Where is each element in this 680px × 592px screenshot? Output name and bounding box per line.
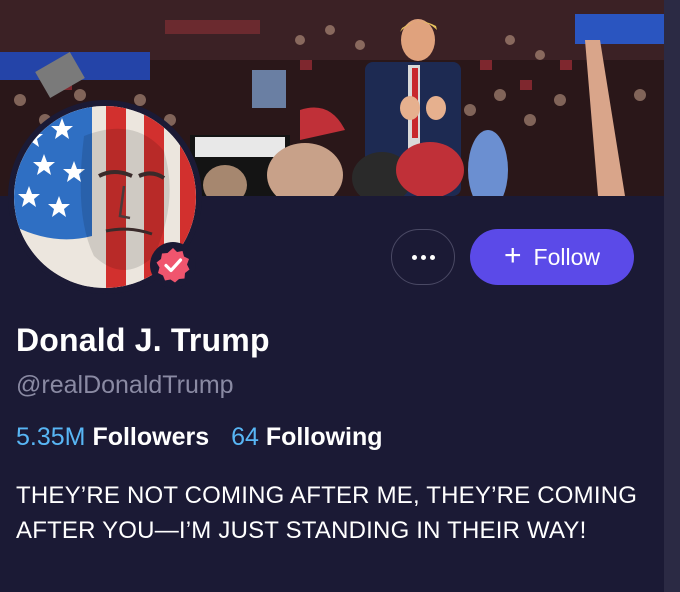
more-options-button[interactable]	[391, 229, 455, 285]
followers-count: 5.35M	[16, 423, 86, 451]
followers-label: Followers	[92, 423, 210, 451]
verified-check-icon	[156, 248, 190, 283]
profile-page: + Follow Donald J. Trump @realDonaldTrum…	[0, 0, 664, 592]
profile-handle: @realDonaldTrump	[16, 371, 234, 399]
followers-link[interactable]: 5.35M Followers	[16, 423, 209, 452]
scrollbar-track[interactable]	[664, 0, 680, 592]
following-link[interactable]: 64 Following	[231, 423, 382, 452]
following-label: Following	[265, 423, 383, 451]
follow-button-label: Follow	[533, 243, 600, 270]
more-dots-icon	[411, 254, 435, 260]
follow-button[interactable]: + Follow	[470, 229, 634, 285]
following-count: 64	[231, 423, 259, 451]
profile-stats: 5.35M Followers 64 Following	[16, 423, 383, 452]
verified-badge	[150, 242, 196, 288]
profile-display-name: Donald J. Trump	[16, 322, 270, 358]
plus-icon: +	[504, 238, 522, 272]
profile-bio: THEY’RE NOT COMING AFTER ME, THEY’RE COM…	[16, 482, 638, 544]
